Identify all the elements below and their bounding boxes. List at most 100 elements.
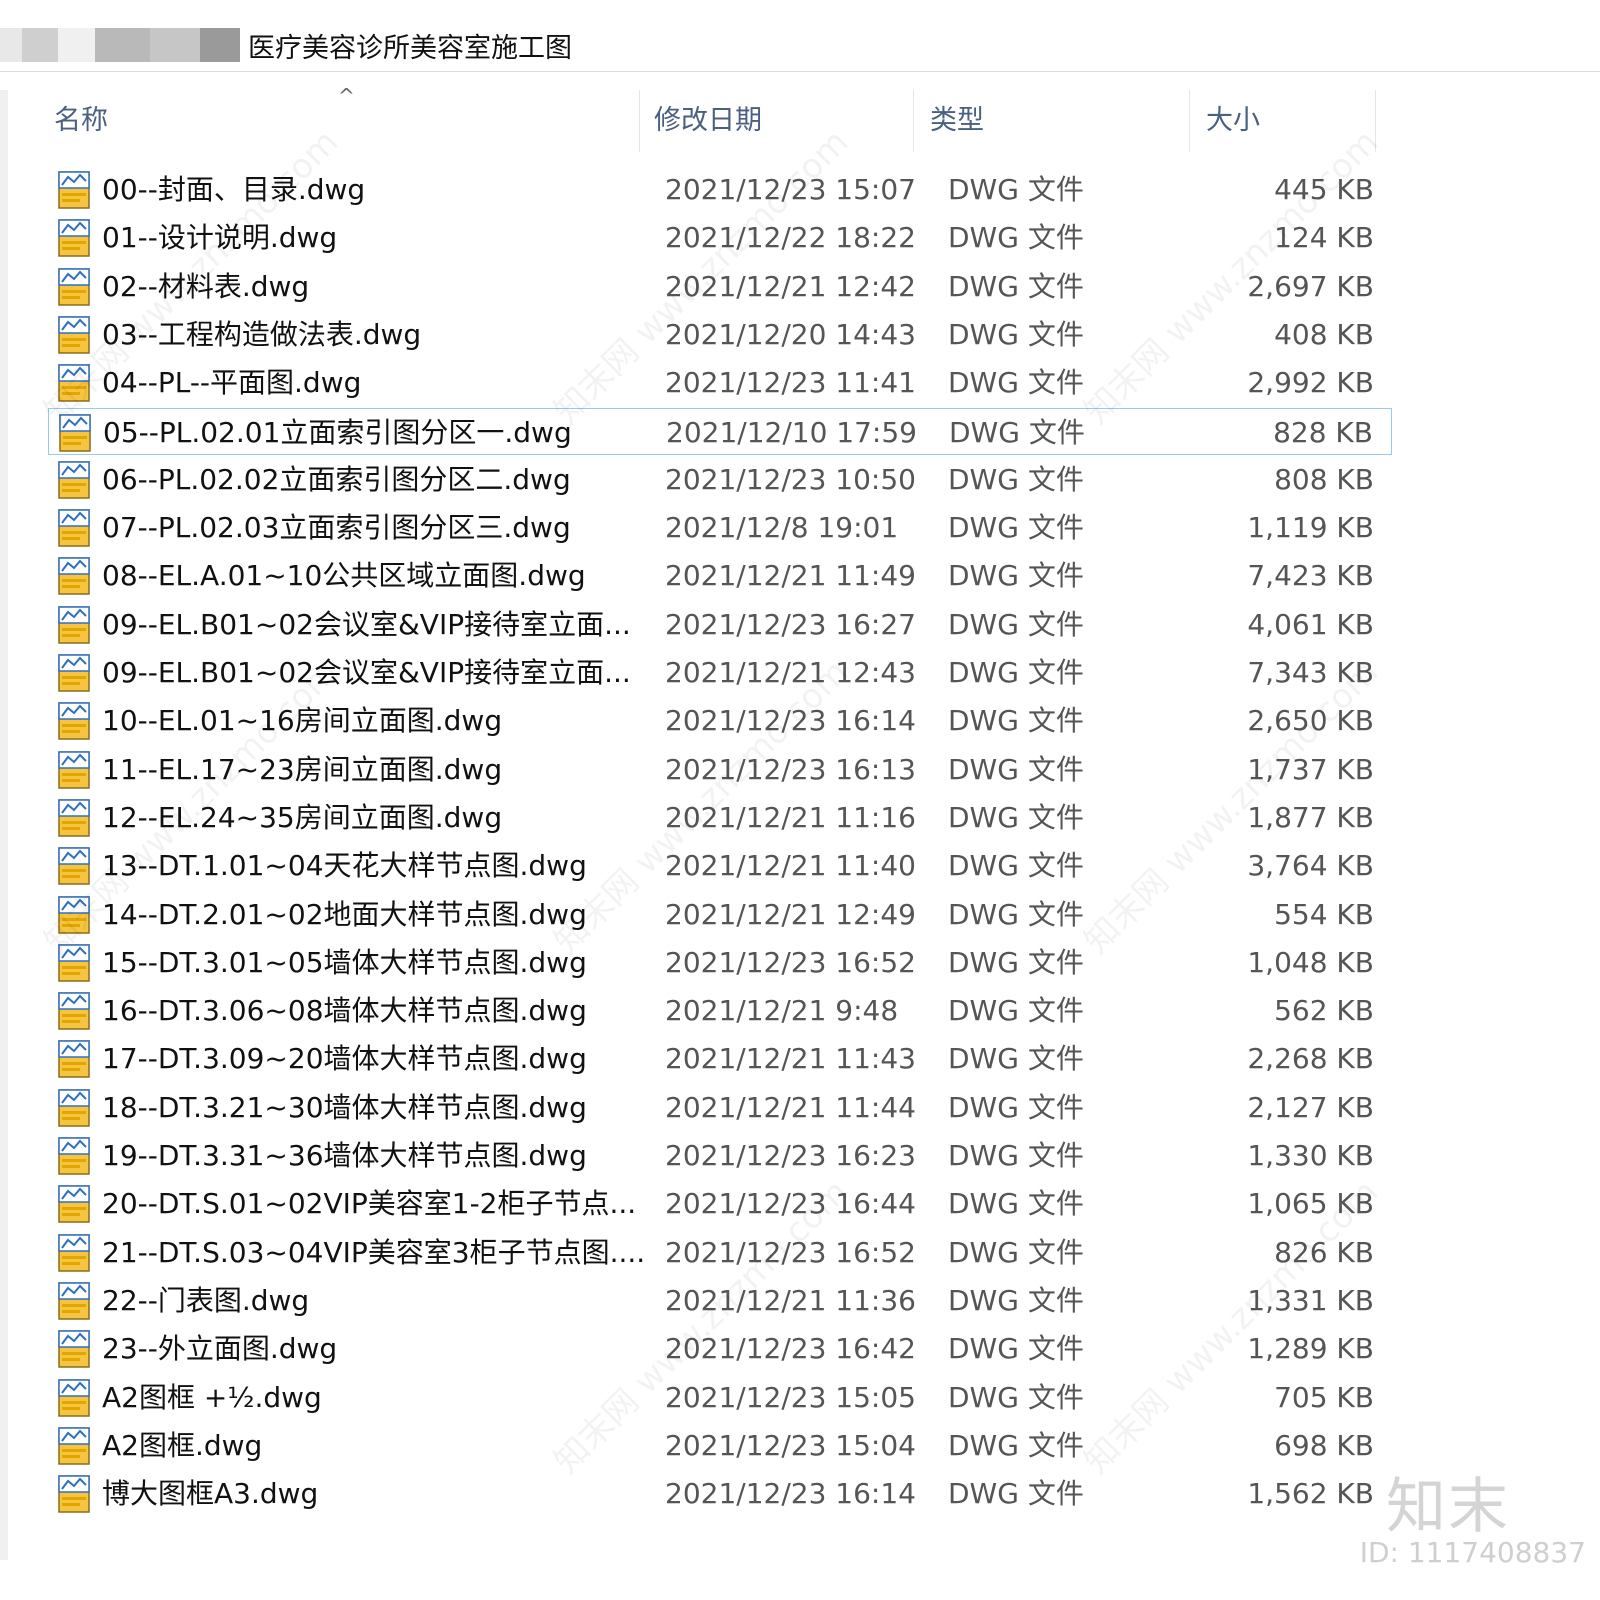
file-row[interactable]: 20--DT.S.01~02VIP美容室1-2柜子节点... 2021/12/23… [48, 1180, 1392, 1227]
file-row[interactable]: 22--门表图.dwg 2021/12/21 11:36 DWG 文件 1,331 K… [48, 1277, 1392, 1324]
file-modified-date: 2021/12/23 11:41 [665, 366, 916, 400]
column-header-name-label: 名称 [54, 105, 108, 136]
column-header-size[interactable]: 大小 [1204, 90, 1376, 152]
file-modified-date: 2021/12/21 12:43 [665, 656, 916, 689]
file-modified-date: 2021/12/20 14:43 [665, 317, 916, 351]
file-type: DWG 文件 [949, 415, 1085, 449]
file-row[interactable]: 12--EL.24~35房间立面图.dwg 2021/12/21 11:16 DWG… [48, 794, 1392, 841]
file-row[interactable]: 23--外立面图.dwg 2021/12/23 16:42 DWG 文件 1,289 … [48, 1325, 1392, 1372]
column-header-date[interactable]: 修改日期 [652, 90, 914, 152]
file-row[interactable]: 04--PL--平面图.dwg 2021/12/23 11:41 DWG 文件 2,9… [48, 359, 1392, 406]
file-type: DWG 文件 [948, 1332, 1084, 1366]
file-size: 1,289 KB [1247, 1332, 1374, 1366]
file-name: 17--DT.3.09~20墙体大样节点图.dwg [102, 1042, 587, 1076]
file-row[interactable]: 03--工程构造做法表.dwg 2021/12/20 14:43 DWG 文件 408… [48, 311, 1392, 358]
file-modified-date: 2021/12/23 16:14 [665, 704, 916, 738]
file-type: DWG 文件 [948, 897, 1084, 931]
dwg-file-icon [58, 1040, 90, 1079]
file-modified-date: 2021/12/21 11:44 [665, 1090, 916, 1124]
file-modified-date: 2021/12/21 9:48 [665, 994, 899, 1028]
dwg-file-icon [58, 1233, 90, 1272]
dwg-file-icon [58, 605, 90, 644]
file-size: 698 KB [1274, 1428, 1374, 1462]
file-size: 2,127 KB [1247, 1090, 1374, 1124]
file-size: 2,697 KB [1247, 269, 1374, 303]
dwg-file-icon [58, 992, 90, 1030]
column-header-date-label: 修改日期 [654, 105, 762, 136]
file-row[interactable]: 14--DT.2.01~02地面大样节点图.dwg 2021/12/21 12:4… [48, 891, 1392, 938]
file-size: 445 KB [1274, 173, 1374, 206]
file-row[interactable]: 博大图框A3.dwg 2021/12/23 16:14 DWG 文件 1,562 KB [48, 1470, 1392, 1517]
file-row[interactable]: 18--DT.3.21~30墙体大样节点图.dwg 2021/12/21 11:4… [48, 1084, 1392, 1131]
file-row[interactable]: 09--EL.B01~02会议室&VIP接待室立面... 2021/12/21 1… [48, 649, 1392, 696]
file-row[interactable]: 10--EL.01~16房间立面图.dwg 2021/12/23 16:14 DWG… [48, 697, 1392, 744]
file-row[interactable]: 01--设计说明.dwg 2021/12/22 18:22 DWG 文件 124 KB [48, 214, 1392, 261]
file-row[interactable]: 15--DT.3.01~05墙体大样节点图.dwg 2021/12/23 16:5… [48, 939, 1392, 986]
file-row[interactable]: 08--EL.A.01~10公共区域立面图.dwg 2021/12/21 11:4… [48, 552, 1392, 599]
dwg-file-icon [58, 557, 90, 596]
file-modified-date: 2021/12/21 11:40 [665, 849, 916, 883]
dwg-file-icon [58, 1137, 90, 1175]
column-header-type[interactable]: 类型 [928, 90, 1190, 152]
address-bar[interactable]: 医疗美容诊所美容室施工图 [0, 10, 1600, 72]
file-type: DWG 文件 [948, 849, 1084, 883]
file-modified-date: 2021/12/23 16:52 [665, 1235, 916, 1269]
file-row[interactable]: 17--DT.3.09~20墙体大样节点图.dwg 2021/12/21 11:4… [48, 1035, 1392, 1082]
file-row[interactable]: 05--PL.02.01立面索引图分区一.dwg 2021/12/10 17:59… [48, 407, 1392, 455]
file-name: A2图框.dwg [102, 1428, 263, 1462]
file-row[interactable]: 11--EL.17~23房间立面图.dwg 2021/12/23 16:13 DWG… [48, 746, 1392, 793]
file-name: 20--DT.S.01~02VIP美容室1-2柜子节点... [102, 1187, 637, 1221]
file-type: DWG 文件 [948, 607, 1084, 641]
file-size: 1,562 KB [1247, 1477, 1374, 1511]
file-modified-date: 2021/12/23 15:04 [665, 1428, 916, 1462]
file-name: 04--PL--平面图.dwg [102, 366, 362, 400]
file-type: DWG 文件 [948, 1235, 1084, 1269]
dwg-file-icon [58, 895, 90, 934]
file-name: 06--PL.02.02立面索引图分区二.dwg [102, 462, 571, 496]
file-row[interactable]: 19--DT.3.31~36墙体大样节点图.dwg 2021/12/23 16:2… [48, 1132, 1392, 1179]
file-modified-date: 2021/12/23 16:52 [665, 945, 916, 979]
file-size: 2,650 KB [1247, 704, 1374, 738]
blurred-path-prefix [0, 28, 245, 62]
dwg-file-icon [58, 1427, 90, 1465]
dwg-file-icon [58, 1475, 90, 1513]
file-type: DWG 文件 [948, 1042, 1084, 1076]
current-folder-title: 医疗美容诊所美容室施工图 [248, 33, 572, 64]
file-row[interactable]: A2图框 +½.dwg 2021/12/23 15:05 DWG 文件 705 KB [48, 1374, 1392, 1421]
file-row[interactable]: A2图框.dwg 2021/12/23 15:04 DWG 文件 698 KB [48, 1422, 1392, 1469]
file-type: DWG 文件 [948, 704, 1084, 738]
dwg-file-icon [58, 316, 90, 354]
file-row[interactable]: 06--PL.02.02立面索引图分区二.dwg 2021/12/23 10:50… [48, 456, 1392, 503]
file-type: DWG 文件 [948, 221, 1084, 255]
dwg-file-icon [58, 461, 90, 499]
file-name: 21--DT.S.03~04VIP美容室3柜子节点图.... [102, 1235, 646, 1269]
file-type: DWG 文件 [948, 173, 1084, 206]
file-size: 7,343 KB [1247, 656, 1374, 689]
file-name: 13--DT.1.01~04天花大样节点图.dwg [102, 849, 587, 883]
file-modified-date: 2021/12/21 11:49 [665, 559, 916, 593]
file-type: DWG 文件 [948, 366, 1084, 400]
dwg-file-icon [58, 799, 90, 837]
file-type: DWG 文件 [948, 1477, 1084, 1511]
file-size: 554 KB [1274, 897, 1374, 931]
file-size: 1,331 KB [1247, 1283, 1374, 1317]
file-size: 826 KB [1274, 1235, 1374, 1269]
file-name: 11--EL.17~23房间立面图.dwg [102, 752, 503, 786]
file-row[interactable]: 21--DT.S.03~04VIP美容室3柜子节点图.... 2021/12/23… [48, 1229, 1392, 1276]
file-modified-date: 2021/12/23 10:50 [665, 462, 916, 496]
file-name: 08--EL.A.01~10公共区域立面图.dwg [102, 559, 586, 593]
file-row[interactable]: 07--PL.02.03立面索引图分区三.dwg 2021/12/8 19:01 D… [48, 504, 1392, 551]
file-row[interactable]: 09--EL.B01~02会议室&VIP接待室立面... 2021/12/23 1… [48, 601, 1392, 648]
file-row[interactable]: 00--封面、目录.dwg 2021/12/23 15:07 DWG 文件 445 K… [48, 166, 1392, 213]
file-type: DWG 文件 [948, 1283, 1084, 1317]
file-row[interactable]: 02--材料表.dwg 2021/12/21 12:42 DWG 文件 2,697 K… [48, 263, 1392, 310]
file-name: 00--封面、目录.dwg [102, 173, 366, 206]
file-row[interactable]: 13--DT.1.01~04天花大样节点图.dwg 2021/12/21 11:4… [48, 842, 1392, 889]
dwg-file-icon [58, 1330, 90, 1368]
file-name: 03--工程构造做法表.dwg [102, 317, 422, 351]
file-size: 1,877 KB [1247, 800, 1374, 834]
file-size: 1,065 KB [1247, 1187, 1374, 1221]
dwg-file-icon [58, 171, 90, 209]
file-row[interactable]: 16--DT.3.06~08墙体大样节点图.dwg 2021/12/21 9:48… [48, 987, 1392, 1034]
file-name: 22--门表图.dwg [102, 1283, 310, 1317]
